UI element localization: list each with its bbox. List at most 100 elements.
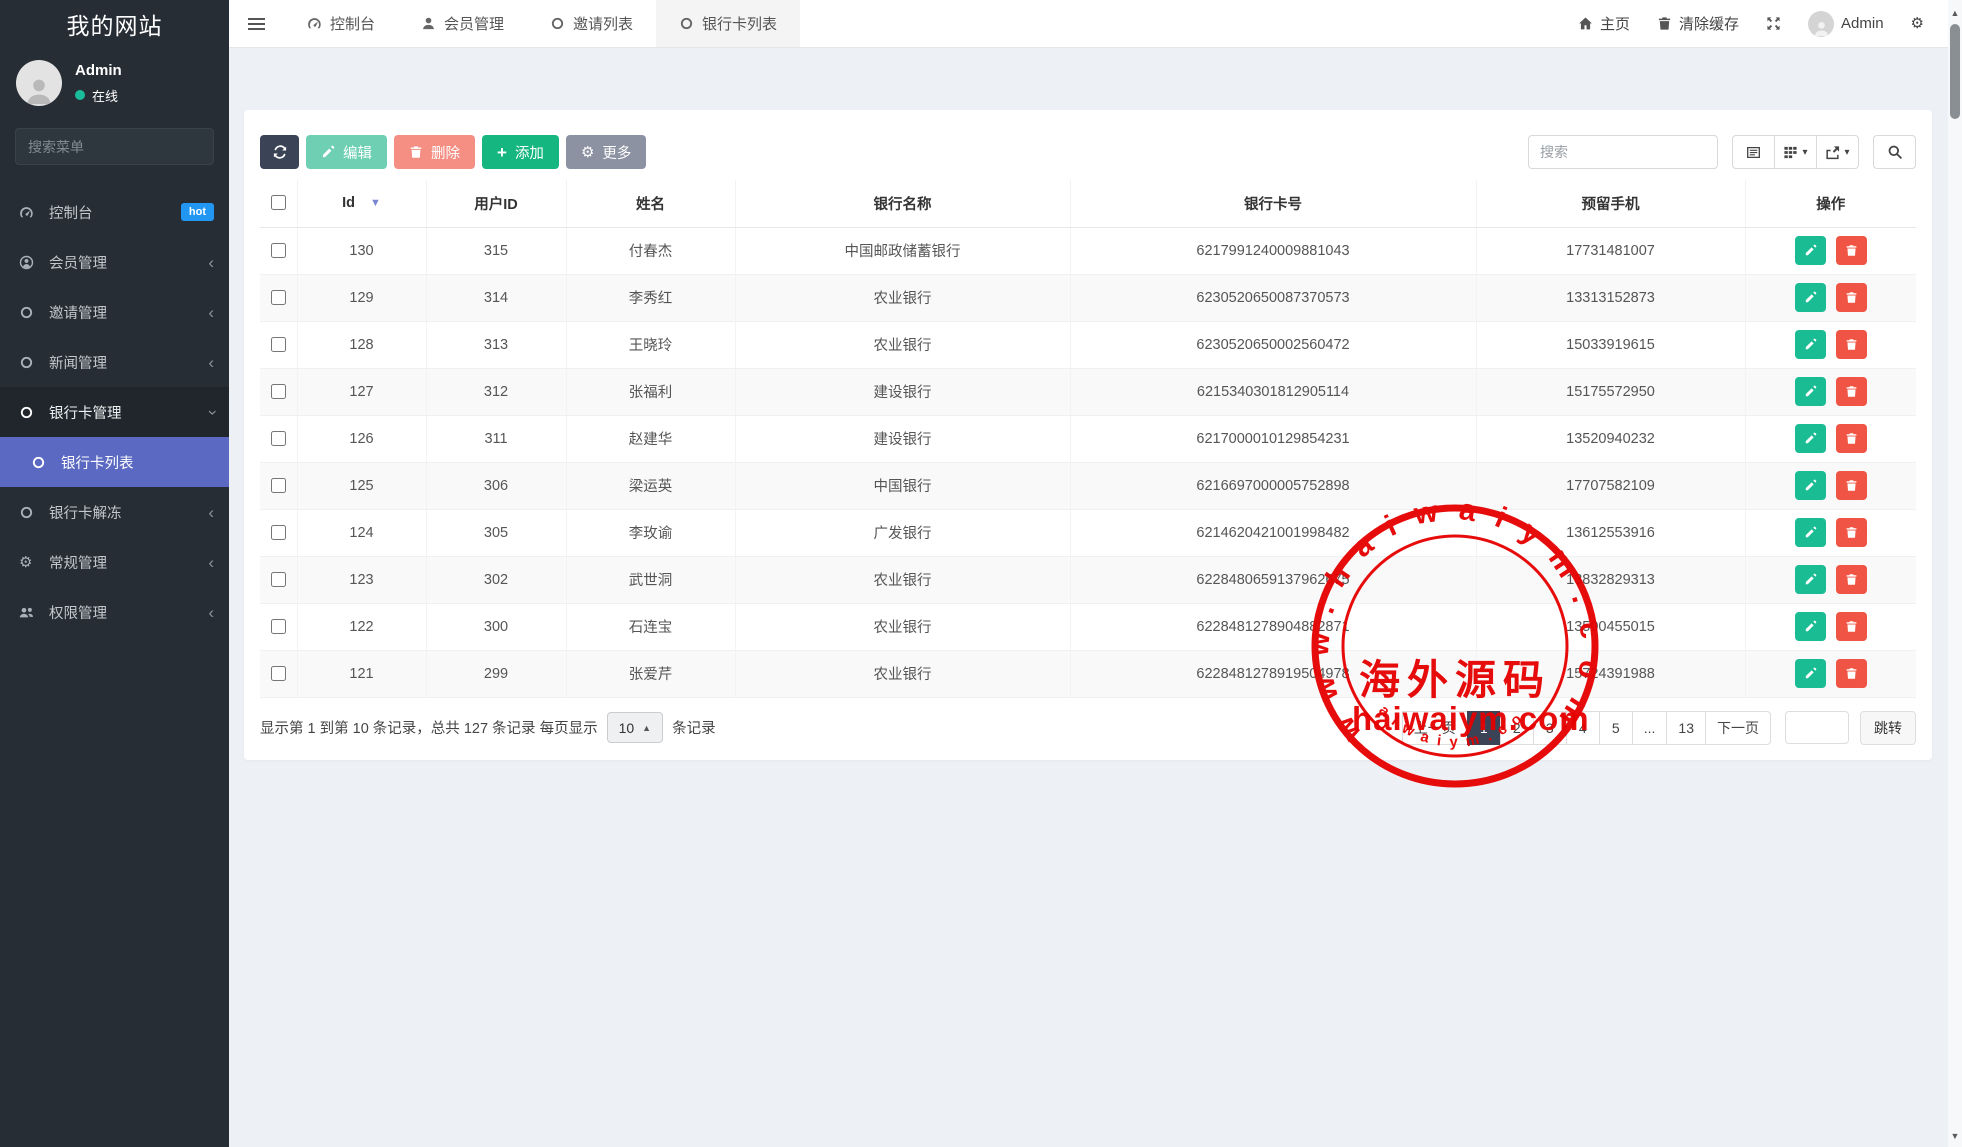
settings-button[interactable]: ⚙ (1911, 16, 1924, 31)
sidebar-menu-item[interactable]: 权限管理 ‹ (0, 587, 229, 637)
scrollbar-thumb[interactable] (1950, 24, 1960, 119)
cell-actions (1745, 603, 1916, 650)
cell-card-number: 6228481278919504978 (1070, 650, 1476, 697)
jump-button[interactable]: 跳转 (1860, 711, 1916, 745)
sidebar-menu-item[interactable]: ⚙ 常规管理 ‹ (0, 537, 229, 587)
row-checkbox[interactable] (271, 337, 286, 352)
page-button[interactable]: ... (1632, 711, 1668, 745)
search-button[interactable] (1873, 135, 1916, 169)
row-checkbox[interactable] (271, 666, 286, 681)
vertical-scrollbar[interactable]: ▲ ▼ (1948, 0, 1962, 1147)
sidebar-menu-item[interactable]: 控制台 hot (0, 187, 229, 237)
scroll-down-icon[interactable]: ▼ (1948, 1131, 1962, 1141)
column-header[interactable]: 银行卡号 (1070, 180, 1476, 227)
row-checkbox[interactable] (271, 243, 286, 258)
column-header[interactable]: 银行名称 (735, 180, 1070, 227)
page-button[interactable]: 上一页 (1402, 711, 1468, 745)
row-edit-button[interactable] (1795, 612, 1826, 641)
jump-page-input[interactable] (1785, 711, 1849, 744)
select-all-checkbox[interactable] (271, 195, 286, 210)
page-button[interactable]: 3 (1533, 711, 1567, 745)
column-header[interactable]: 用户ID (426, 180, 566, 227)
row-delete-button[interactable] (1836, 283, 1867, 312)
row-checkbox[interactable] (271, 290, 286, 305)
row-edit-button[interactable] (1795, 659, 1826, 688)
page-button[interactable]: 2 (1500, 711, 1534, 745)
row-edit-button[interactable] (1795, 236, 1826, 265)
sidebar-menu-item[interactable]: 会员管理 ‹ (0, 237, 229, 287)
page-button[interactable]: 4 (1566, 711, 1600, 745)
hamburger-menu-icon[interactable] (229, 0, 284, 47)
row-edit-button[interactable] (1795, 565, 1826, 594)
column-header[interactable]: Id ▼ (297, 180, 426, 227)
scroll-up-icon[interactable]: ▲ (1948, 8, 1962, 18)
navbar-tab[interactable]: 会员管理 (398, 0, 527, 47)
table-search-input[interactable] (1528, 135, 1718, 169)
add-button[interactable]: + 添加 (482, 135, 559, 169)
delete-button[interactable]: 删除 (394, 135, 475, 169)
page-size-select[interactable]: 10 ▲ (607, 712, 664, 743)
column-header[interactable]: 预留手机 (1476, 180, 1745, 227)
sidebar-menu-item[interactable]: 银行卡管理 ‹ (0, 387, 229, 437)
column-header[interactable]: 操作 (1745, 180, 1916, 227)
sidebar-menu-item[interactable]: 新闻管理 ‹ (0, 337, 229, 387)
cell-select (260, 556, 297, 603)
row-edit-button[interactable] (1795, 377, 1826, 406)
export-button[interactable]: ▾ (1816, 135, 1859, 169)
refresh-button[interactable] (260, 135, 299, 169)
navbar-tab[interactable]: 邀请列表 (527, 0, 656, 47)
row-edit-button[interactable] (1795, 283, 1826, 312)
navbar-tab[interactable]: 控制台 (284, 0, 398, 47)
fullscreen-button[interactable] (1766, 16, 1781, 31)
detail-view-button[interactable] (1732, 135, 1775, 169)
row-checkbox[interactable] (271, 525, 286, 540)
page-button[interactable]: 13 (1666, 711, 1706, 745)
row-delete-button[interactable] (1836, 424, 1867, 453)
row-delete-button[interactable] (1836, 377, 1867, 406)
row-edit-button[interactable] (1795, 424, 1826, 453)
edit-button[interactable]: 编辑 (306, 135, 387, 169)
page-button[interactable]: 5 (1599, 711, 1633, 745)
cell-id: 122 (297, 603, 426, 650)
row-checkbox[interactable] (271, 478, 286, 493)
row-checkbox[interactable] (271, 431, 286, 446)
cell-id: 124 (297, 509, 426, 556)
sort-caret-icon[interactable]: ▼ (370, 197, 381, 209)
row-delete-button[interactable] (1836, 471, 1867, 500)
navbar-tab[interactable]: 银行卡列表 (656, 0, 800, 47)
cell-bank-name: 建设银行 (735, 415, 1070, 462)
clear-cache-label: 清除缓存 (1679, 13, 1739, 34)
home-button[interactable]: 主页 (1578, 13, 1630, 34)
sidebar-search-input[interactable] (26, 138, 211, 156)
expand-icon (1766, 16, 1781, 31)
more-button[interactable]: ⚙ 更多 (566, 135, 646, 169)
cell-select (260, 462, 297, 509)
row-delete-button[interactable] (1836, 236, 1867, 265)
row-edit-button[interactable] (1795, 518, 1826, 547)
row-delete-button[interactable] (1836, 518, 1867, 547)
row-delete-button[interactable] (1836, 659, 1867, 688)
row-edit-button[interactable] (1795, 471, 1826, 500)
chevron-icon: ‹ (208, 604, 214, 621)
sidebar-menu-item[interactable]: 银行卡解冻 ‹ (0, 487, 229, 537)
clear-cache-button[interactable]: 清除缓存 (1657, 13, 1739, 34)
page-button[interactable]: 下一页 (1705, 711, 1771, 745)
column-header[interactable]: 姓名 (566, 180, 735, 227)
cell-id: 121 (297, 650, 426, 697)
select-all-header (260, 180, 297, 227)
row-edit-button[interactable] (1795, 330, 1826, 359)
row-checkbox[interactable] (271, 572, 286, 587)
row-delete-button[interactable] (1836, 612, 1867, 641)
row-delete-button[interactable] (1836, 330, 1867, 359)
sidebar-menu-item[interactable]: 银行卡列表 (0, 437, 229, 487)
row-delete-button[interactable] (1836, 565, 1867, 594)
menu-item-icon (19, 305, 44, 320)
page-button[interactable]: 1 (1467, 711, 1501, 745)
row-checkbox[interactable] (271, 619, 286, 634)
cell-phone: 13500455015 (1476, 603, 1745, 650)
user-menu[interactable]: Admin (1808, 11, 1884, 37)
sidebar-menu-item[interactable]: 邀请管理 ‹ (0, 287, 229, 337)
row-checkbox[interactable] (271, 384, 286, 399)
cell-card-number: 6217991240009881043 (1070, 227, 1476, 274)
columns-button[interactable]: ▾ (1774, 135, 1817, 169)
